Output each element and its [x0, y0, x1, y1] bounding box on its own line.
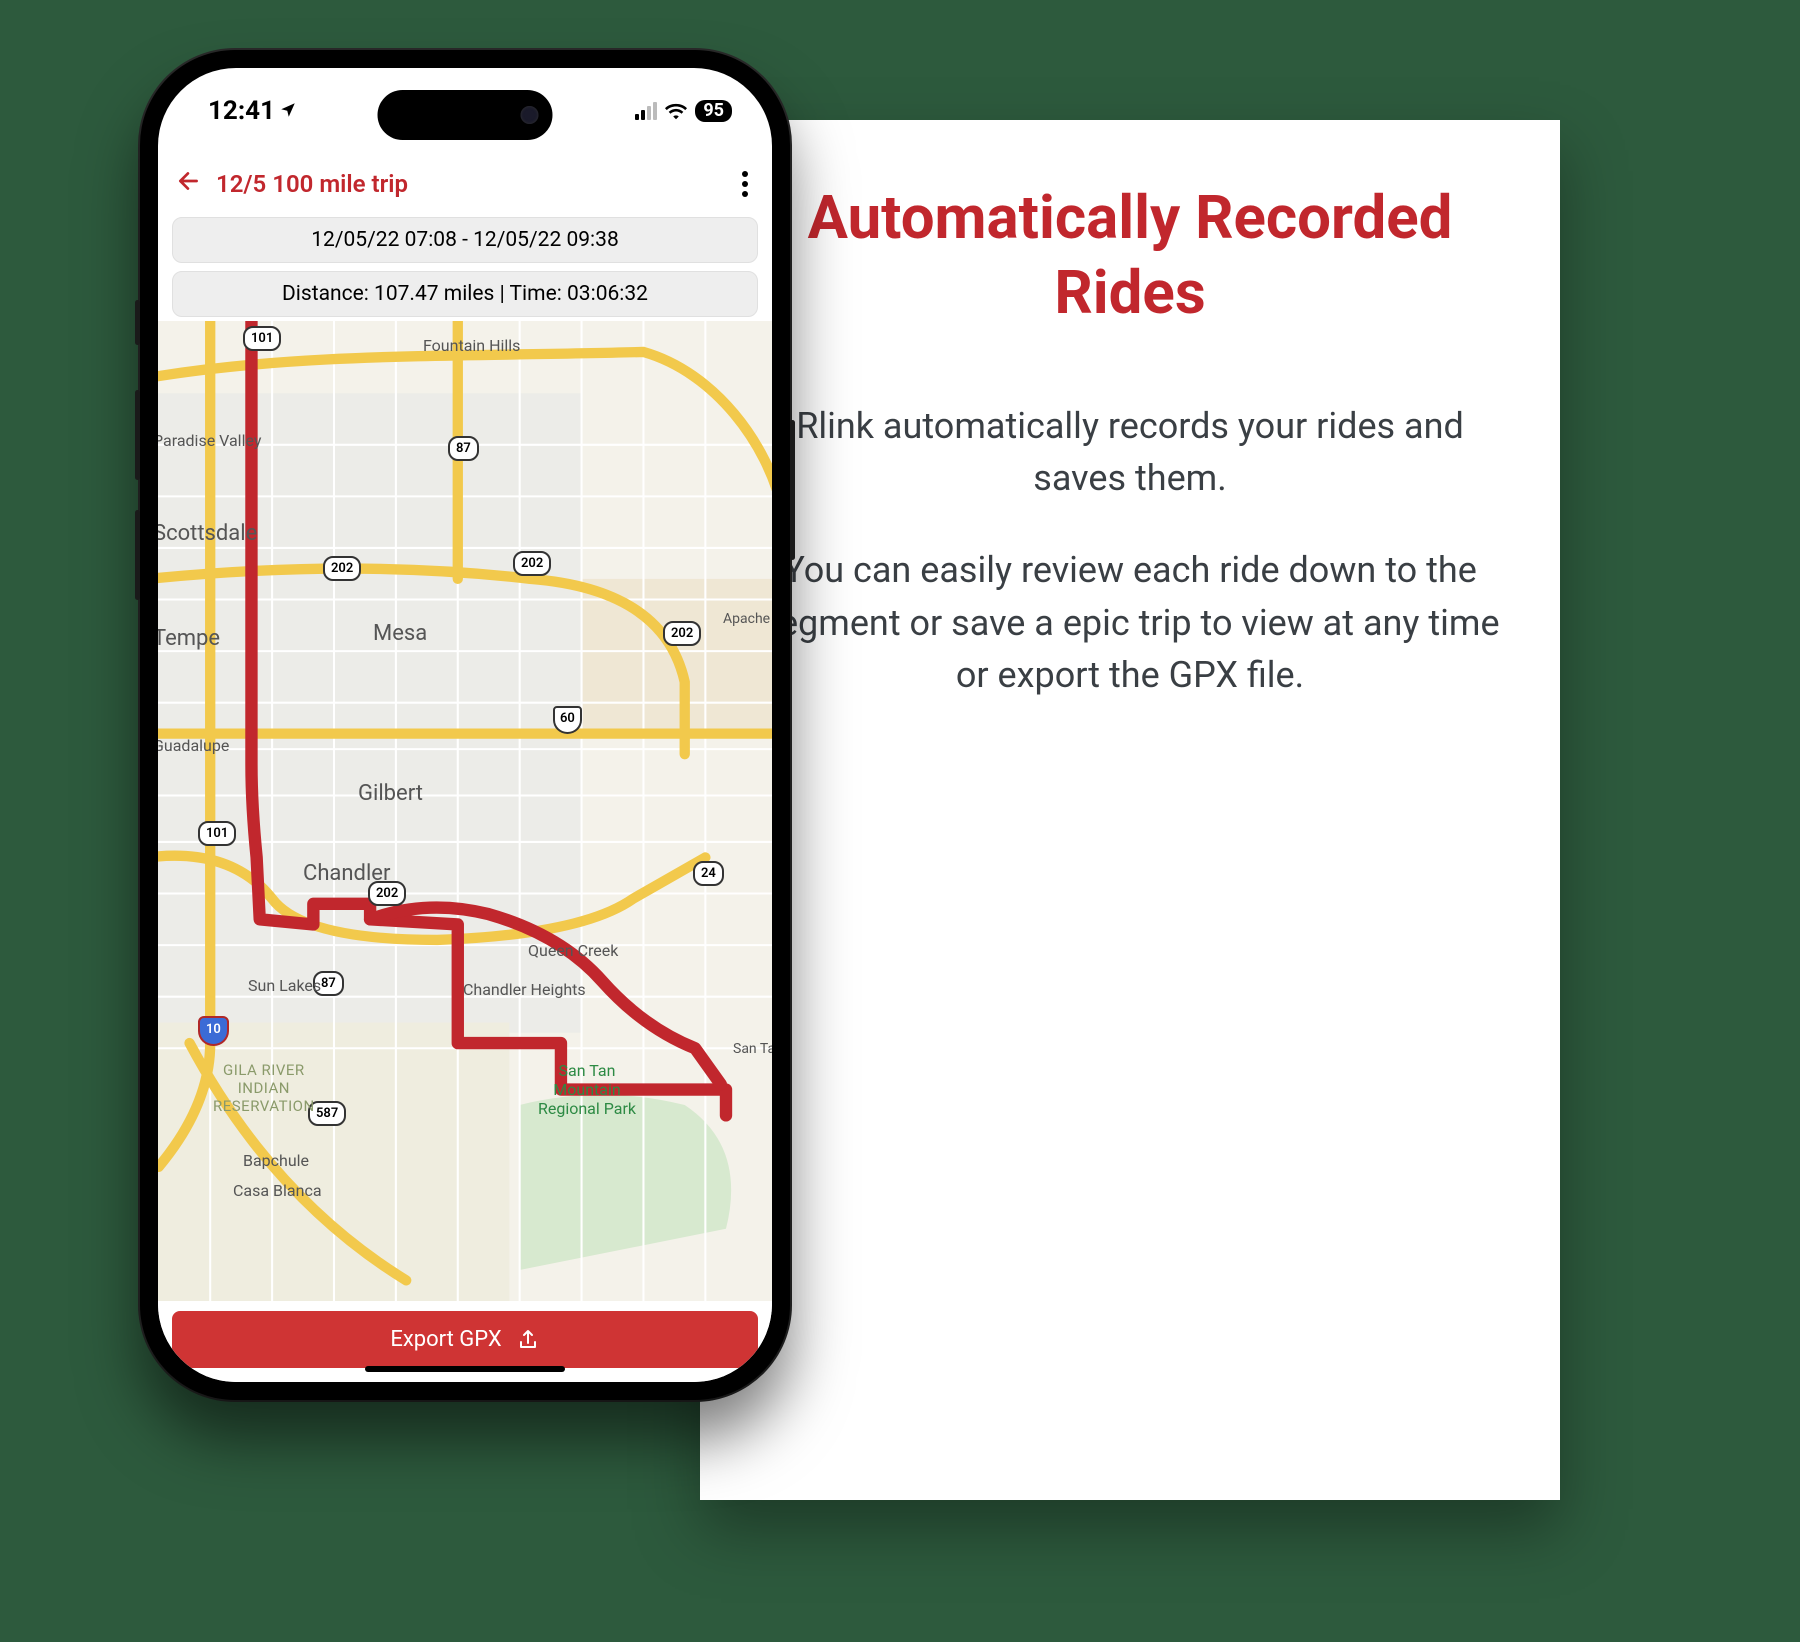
route-shield-101: 101	[198, 821, 236, 846]
map-label-mesa: Mesa	[373, 621, 427, 646]
phone-volume-up	[135, 390, 140, 480]
map-label-sun-lakes: Sun Lakes	[248, 976, 321, 995]
map-label-queen-creek: Queen Creek	[528, 941, 618, 960]
route-shield-i10: 10	[198, 1016, 229, 1046]
route-shield-101: 101	[243, 326, 281, 351]
map-label-bapchule: Bapchule	[243, 1151, 309, 1170]
trip-title: 12/5 100 mile trip	[216, 170, 722, 198]
phone-volume-down	[135, 510, 140, 600]
map-label-casa-blanca: Casa Blanca	[233, 1181, 322, 1200]
map-view[interactable]: 101 101 87 202 202 202 202 60 24 87 10 5…	[158, 321, 772, 1301]
map-label-guadalupe: Guadalupe	[158, 736, 229, 755]
route-shield-202: 202	[323, 556, 361, 581]
back-arrow-icon[interactable]	[176, 168, 202, 201]
map-label-chandler: Chandler	[303, 861, 390, 886]
phone-power-button	[790, 420, 795, 560]
dynamic-island	[378, 90, 553, 140]
map-label-scottsdale: Scottsdale	[158, 521, 257, 546]
info-card-title: Automatically Recorded Rides	[755, 180, 1505, 330]
map-label-san-tan-park: San TanMountainRegional Park	[538, 1061, 636, 1119]
time-range-pill: 12/05/22 07:08 - 12/05/22 09:38	[172, 217, 758, 263]
status-time-text: 12:41	[208, 96, 275, 126]
route-shield-60: 60	[553, 706, 582, 734]
stats-pill: Distance: 107.47 miles | Time: 03:06:32	[172, 271, 758, 317]
location-arrow-icon	[279, 96, 297, 126]
app-header: 12/5 100 mile trip	[158, 153, 772, 213]
map-label-chandler-heights: Chandler Heights	[463, 981, 586, 999]
route-shield-24: 24	[693, 861, 724, 886]
info-card-paragraph-2: You can easily review each ride down to …	[755, 544, 1505, 701]
phone-frame: 12:41 95	[140, 50, 790, 1400]
wifi-icon	[665, 102, 687, 120]
home-indicator[interactable]	[365, 1366, 565, 1372]
map-label-tempe: Tempe	[158, 626, 220, 651]
share-icon	[516, 1328, 540, 1352]
battery-indicator: 95	[695, 100, 732, 122]
phone-mute-switch	[135, 300, 140, 345]
status-time: 12:41	[208, 96, 297, 126]
map-label-apache-junction: Apache Junction	[723, 611, 772, 627]
export-gpx-label: Export GPX	[390, 1327, 501, 1352]
status-right: 95	[635, 100, 732, 122]
map-label-fountain-hills: Fountain Hills	[423, 336, 520, 355]
map-label-san-tan-valley: San Tan Valley	[733, 1041, 772, 1057]
export-gpx-button[interactable]: Export GPX	[172, 1311, 758, 1368]
cellular-signal-icon	[635, 102, 657, 120]
map-label-gilbert: Gilbert	[358, 781, 423, 806]
map-label-paradise-valley: Paradise Valley	[158, 431, 261, 450]
route-shield-202: 202	[663, 621, 701, 646]
phone-screen: 12:41 95	[158, 68, 772, 1382]
route-shield-87: 87	[448, 436, 479, 461]
map-label-gila-river: GILA RIVERINDIANRESERVATION	[213, 1061, 315, 1115]
more-options-icon[interactable]	[736, 165, 754, 203]
info-card-paragraph-1: Rlink automatically records your rides a…	[755, 400, 1505, 504]
info-card: Automatically Recorded Rides Rlink autom…	[700, 120, 1560, 1500]
app-content: 12/5 100 mile trip 12/05/22 07:08 - 12/0…	[158, 153, 772, 1382]
route-shield-202: 202	[513, 551, 551, 576]
